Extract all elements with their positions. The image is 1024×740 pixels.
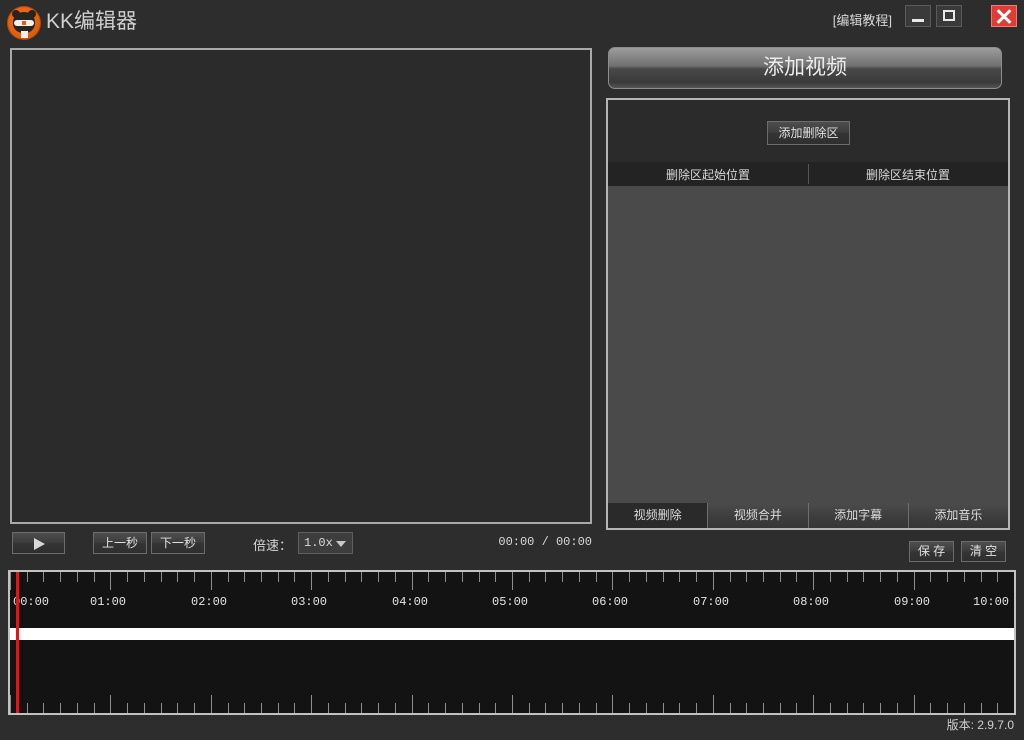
logo-sunglasses	[14, 20, 34, 26]
timeline[interactable]: 00:00 01:00 02:00 03:00 04:00 05:00 06:00 07:00…	[8, 570, 1016, 715]
maximize-button[interactable]	[936, 5, 962, 27]
play-button[interactable]	[12, 532, 65, 554]
speed-label: 倍速：	[253, 538, 293, 553]
title-bar: KK编辑器 [编辑教程]	[0, 0, 1024, 44]
add-delete-zone-button[interactable]: 添加删除区	[767, 121, 850, 145]
time-display: 00:00 / 00:00	[498, 535, 592, 549]
save-button[interactable]: 保 存	[909, 541, 954, 562]
chevron-down-icon	[336, 541, 346, 547]
video-preview[interactable]	[10, 48, 592, 524]
speed-value: 1.0x	[304, 536, 333, 550]
minimize-button[interactable]	[905, 5, 931, 27]
clear-button[interactable]: 清 空	[961, 541, 1006, 562]
tutorial-link[interactable]: [编辑教程]	[833, 10, 892, 29]
version-label: 版本: 2.9.7.0	[946, 718, 1014, 732]
delete-zone-list[interactable]	[608, 186, 1008, 503]
play-icon	[34, 538, 45, 550]
player-control-bar: 上一秒 下一秒 倍速： 1.0x 00:00 / 00:00	[10, 530, 592, 556]
column-header-start: 删除区起始位置	[665, 168, 750, 182]
action-button-row: 保 存 清 空	[606, 541, 1010, 563]
maximize-icon	[943, 10, 955, 21]
cat-logo-icon	[7, 6, 41, 40]
mode-tabs: 视频删除 视频合并 添加字幕 添加音乐	[608, 503, 1008, 528]
add-video-button[interactable]: 添加视频	[608, 47, 1002, 89]
timeline-inner: 00:00 01:00 02:00 03:00 04:00 05:00 06:00 07:00…	[10, 572, 1014, 713]
app-window: KK编辑器 [编辑教程] 上一秒 下一秒 倍速： 1.0x 00:00 / 00…	[0, 0, 1024, 740]
delete-zone-table-header: 删除区起始位置 删除区结束位置	[608, 162, 1008, 187]
minimize-icon	[912, 19, 924, 22]
column-header-end: 删除区结束位置	[865, 168, 950, 182]
page-title: KK编辑器	[46, 10, 138, 33]
timeline-track[interactable]	[10, 628, 1014, 640]
tab-video-delete[interactable]: 视频删除	[608, 503, 708, 528]
tab-add-music[interactable]: 添加音乐	[907, 503, 1008, 528]
logo-mouth	[21, 31, 28, 38]
tab-add-subtitle[interactable]: 添加字幕	[807, 503, 908, 528]
tab-video-merge[interactable]: 视频合并	[707, 503, 808, 528]
next-second-button[interactable]: 下一秒	[151, 532, 205, 554]
timeline-playhead[interactable]	[16, 572, 19, 713]
edit-panel: 添加删除区 删除区起始位置 删除区结束位置 视频删除 视频合并 添加字幕 添加音…	[606, 98, 1010, 530]
close-button[interactable]	[991, 5, 1017, 27]
previous-second-button[interactable]: 上一秒	[93, 532, 147, 554]
speed-select[interactable]: 1.0x	[298, 532, 353, 554]
